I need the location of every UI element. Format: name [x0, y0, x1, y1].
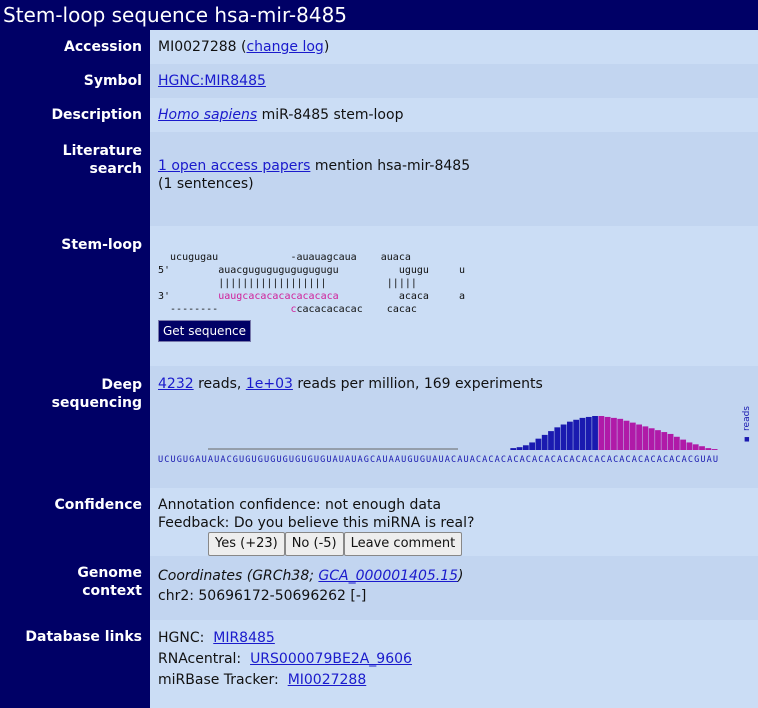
- literature-mention-text: mention hsa-mir-8485: [314, 158, 471, 174]
- read-bar: [629, 422, 636, 450]
- coordinates-prefix: Coordinates (GRCh38;: [158, 568, 319, 584]
- species-link[interactable]: Homo sapiens: [158, 107, 257, 123]
- read-bar: [554, 427, 561, 450]
- read-bar: [566, 421, 573, 450]
- assembly-link[interactable]: GCA_000001405.15: [318, 568, 458, 584]
- reads-sequence: UCUGUGAUAUACGUGUGUGUGUGUGUGUAUAUAGCAUAAU…: [158, 455, 718, 465]
- read-bar: [592, 416, 598, 450]
- read-bar: [636, 424, 642, 450]
- literature-row: Literature search 1 open access papers m…: [0, 132, 758, 226]
- genome-label: Genome: [77, 565, 142, 581]
- annotation-confidence: Annotation confidence: not enough data: [158, 497, 442, 513]
- read-bar: [661, 432, 668, 450]
- read-bar: [604, 416, 611, 450]
- page-title: Stem-loop sequence hsa-mir-8485: [0, 0, 758, 30]
- read-bar: [623, 420, 630, 450]
- read-bar: [560, 424, 567, 450]
- reads-text: reads,: [198, 376, 242, 392]
- reads-chart: UCUGUGAUAUACGUGUGUGUGUGUGUGUAUAUAGCAUAAU…: [158, 416, 718, 465]
- dblinks-row: Database links HGNC: MIR8485 RNAcentral:…: [0, 620, 758, 708]
- read-bar: [655, 430, 661, 450]
- genome-row: Genome context Coordinates (GRCh38; GCA_…: [0, 556, 758, 620]
- search-label: search: [89, 161, 142, 177]
- description-text: miR-8485 stem-loop: [261, 107, 404, 123]
- description-label: Description: [0, 98, 150, 132]
- dblink-rnacentral: RNAcentral: URS000079BE2A_9606: [158, 651, 412, 667]
- confidence-label: Confidence: [0, 488, 150, 556]
- read-bar: [579, 417, 586, 450]
- read-bar: [617, 418, 624, 450]
- read-bar: [642, 426, 649, 450]
- leave-comment-button[interactable]: Leave comment: [343, 532, 463, 556]
- read-bar: [705, 448, 712, 450]
- yes-button[interactable]: Yes (+23): [208, 532, 285, 556]
- stemloop-row: Stem-loop ucugugau -auauagcaua auaca 5' …: [0, 226, 758, 366]
- rpm-link[interactable]: 1e+03: [246, 376, 293, 392]
- read-bar: [648, 428, 655, 450]
- read-bar: [573, 419, 580, 450]
- dblinks-label: Database links: [0, 620, 150, 708]
- no-button[interactable]: No (-5): [284, 532, 344, 556]
- read-bar: [673, 436, 680, 450]
- feedback-question: Feedback: Do you believe this miRNA is r…: [158, 515, 475, 531]
- open-access-papers-link[interactable]: 1 open access papers: [158, 158, 310, 174]
- symbol-row: Symbol HGNC:MIR8485: [0, 64, 758, 98]
- read-bar: [667, 433, 674, 450]
- read-bar: [680, 439, 687, 450]
- read-bar: [699, 446, 705, 450]
- reads-legend: ▪ reads: [742, 406, 752, 444]
- read-bar: [535, 438, 542, 450]
- deep-sequencing-row: Deep sequencing 4232 reads, 1e+03 reads …: [0, 366, 758, 488]
- genome-location: chr2: 50696172-50696262 [-]: [158, 588, 367, 604]
- symbol-label: Symbol: [0, 64, 150, 98]
- literature-label: Literature: [62, 143, 142, 159]
- read-bar: [692, 444, 699, 450]
- description-row: Description Homo sapiens miR-8485 stem-l…: [0, 98, 758, 132]
- sequencing-label: sequencing: [51, 395, 142, 411]
- stemloop-structure: ucugugau -auauagcaua auaca 5' auacgugugu…: [158, 252, 466, 315]
- dblink-hgnc: HGNC: MIR8485: [158, 630, 275, 646]
- read-bar: [522, 445, 529, 450]
- rpm-text: reads per million, 169 experiments: [297, 376, 543, 392]
- accession-label: Accession: [0, 30, 150, 64]
- confidence-row: Confidence Annotation confidence: not en…: [0, 488, 758, 556]
- read-bar: [585, 416, 592, 450]
- change-log-link[interactable]: change log: [246, 39, 323, 55]
- read-bar: [516, 447, 523, 450]
- deep-label: Deep: [101, 377, 142, 393]
- accession-value: MI0027288: [158, 39, 237, 55]
- read-bar: [548, 431, 554, 450]
- read-bar: [541, 434, 548, 450]
- info-table: Accession MI0027288 (change log) Symbol …: [0, 30, 758, 708]
- accession-row: Accession MI0027288 (change log): [0, 30, 758, 64]
- dblink-mirbase-tracker: miRBase Tracker: MI0027288: [158, 672, 367, 688]
- stemloop-label: Stem-loop: [0, 226, 150, 366]
- read-bar: [686, 442, 693, 450]
- hgnc-symbol-link[interactable]: HGNC:MIR8485: [158, 73, 266, 89]
- read-bar: [711, 449, 718, 450]
- read-bar: [611, 417, 617, 450]
- context-label: context: [82, 583, 142, 599]
- reads-link[interactable]: 4232: [158, 376, 194, 392]
- get-sequence-button[interactable]: Get sequence: [158, 320, 252, 342]
- read-bar: [529, 442, 536, 450]
- read-bar: [510, 448, 517, 450]
- read-bar: [598, 416, 605, 450]
- sentences-count: (1 sentences): [158, 176, 254, 192]
